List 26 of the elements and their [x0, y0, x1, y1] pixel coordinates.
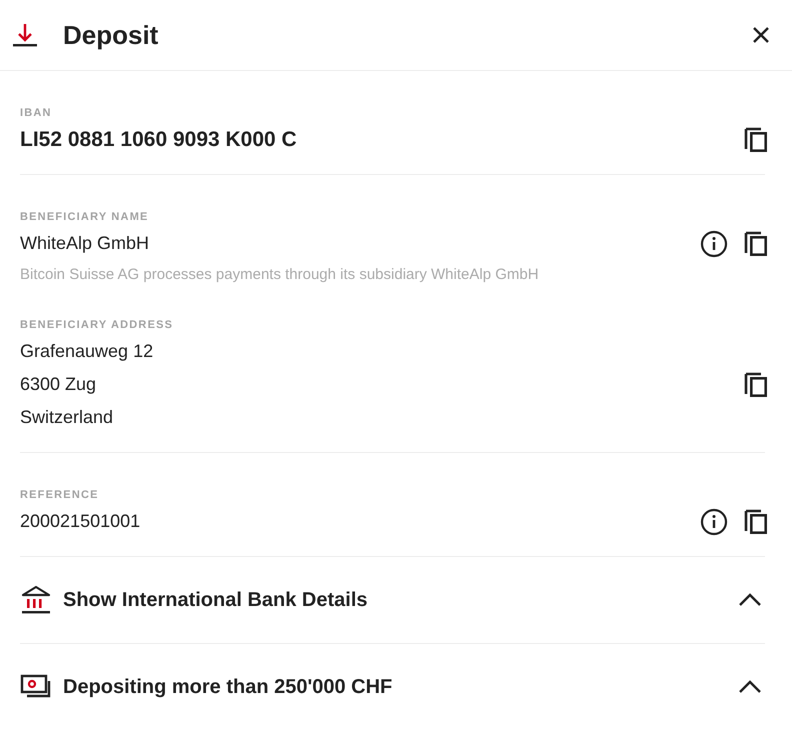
field-value: WhiteAlp GmbH [20, 232, 150, 255]
chevron-up-icon[interactable] [738, 680, 762, 694]
copy-icon[interactable] [744, 126, 768, 152]
bank-icon [20, 585, 52, 615]
download-icon [12, 21, 38, 49]
field-value: 200021501001 [20, 510, 140, 533]
chevron-up-icon[interactable] [738, 593, 762, 607]
banknote-icon [20, 674, 52, 700]
field-note: Bitcoin Suisse AG processes payments through its subsidiary WhiteAlp GmbH [20, 266, 540, 283]
field-value: 6300 Zug [20, 373, 98, 396]
field-value: Switzerland [20, 406, 114, 429]
section-toggle[interactable]: Depositing more than 250'000 CHF [63, 676, 738, 698]
field-label: BENEFICIARY ADDRESS [20, 319, 174, 331]
copy-icon[interactable] [744, 508, 768, 534]
dialog-title: Deposit [63, 20, 160, 50]
field-label: REFERENCE [20, 489, 100, 501]
field-value: Grafenauweg 12 [20, 340, 154, 363]
copy-icon[interactable] [744, 230, 768, 256]
info-icon[interactable] [700, 508, 728, 536]
copy-icon[interactable] [744, 372, 768, 398]
info-icon[interactable] [700, 230, 728, 258]
field-value: LI52 0881 1060 9093 K000 C [20, 127, 297, 153]
section-toggle[interactable]: Show International Bank Details [63, 588, 738, 612]
field-label: IBAN [20, 107, 53, 119]
close-icon[interactable] [752, 26, 770, 44]
field-label: BENEFICIARY NAME [20, 211, 150, 223]
